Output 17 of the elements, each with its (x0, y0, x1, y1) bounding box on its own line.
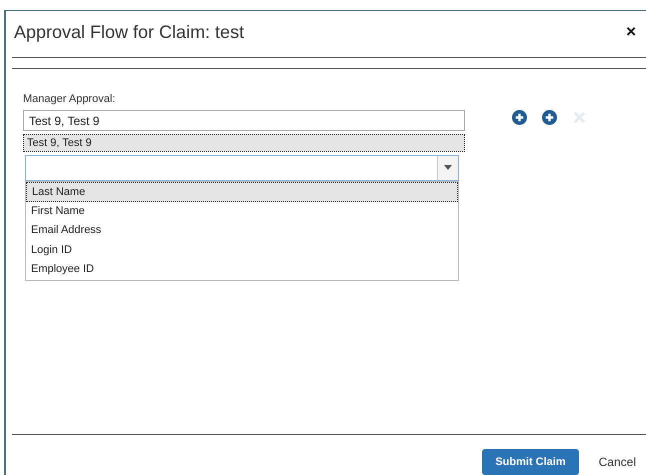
manager-field[interactable]: Test 9, Test 9 (23, 110, 465, 131)
add-icon[interactable] (512, 110, 527, 125)
close-button[interactable]: × (626, 22, 636, 42)
submit-button[interactable]: Submit Claim (482, 449, 579, 475)
search-option[interactable]: Login ID (26, 240, 458, 260)
cancel-button[interactable]: Cancel (598, 455, 636, 469)
search-option[interactable]: First Name (26, 202, 458, 221)
search-field[interactable] (25, 155, 459, 181)
search-option[interactable]: Last Name (26, 182, 458, 202)
add-icon[interactable] (542, 110, 557, 125)
dialog-title: Approval Flow for Claim: test (14, 22, 244, 42)
field-label: Manager Approval: (23, 93, 116, 105)
caret-icon (444, 165, 452, 171)
result-option[interactable]: Test 9, Test 9 (23, 134, 465, 152)
search-option[interactable]: Employee ID (26, 260, 458, 280)
dropdown-button[interactable] (437, 156, 458, 180)
search-option[interactable]: Email Address (26, 221, 458, 240)
